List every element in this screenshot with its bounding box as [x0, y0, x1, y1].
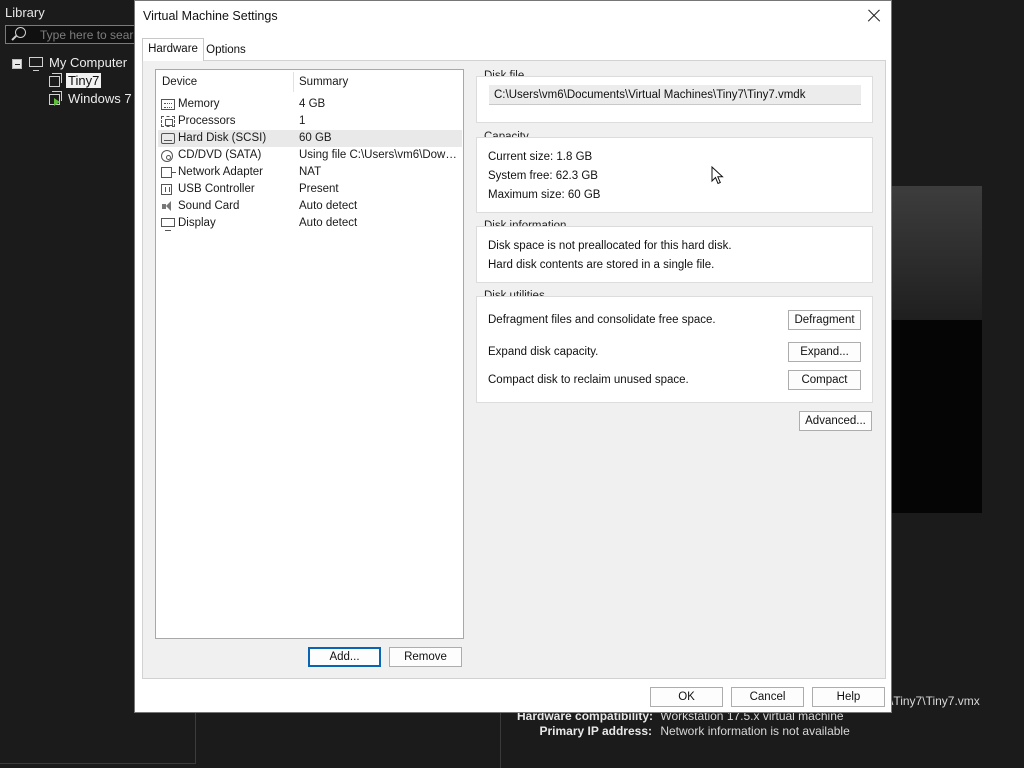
expand-button[interactable]: Expand...: [788, 342, 861, 362]
disk-info-line-2: Hard disk contents are stored in a singl…: [488, 259, 715, 271]
cancel-button[interactable]: Cancel: [731, 687, 804, 707]
disk-utilities-group: Defragment files and consolidate free sp…: [476, 296, 873, 403]
device-row-memory[interactable]: Memory 4 GB: [158, 96, 462, 113]
remove-device-button[interactable]: Remove: [389, 647, 462, 667]
primary-ip-row: Primary IP address: Network information …: [517, 724, 850, 738]
primary-ip-label: Primary IP address:: [539, 724, 652, 738]
running-vm-icon: [49, 91, 62, 106]
config-file-path: \Tiny7\Tiny7.vmx: [890, 694, 980, 708]
close-icon[interactable]: [865, 7, 883, 25]
ok-button[interactable]: OK: [650, 687, 723, 707]
maximum-size-text: Maximum size: 60 GB: [488, 189, 601, 201]
memory-icon: [161, 99, 175, 110]
device-row-processors[interactable]: Processors 1: [158, 113, 462, 130]
sound-card-icon: [161, 201, 175, 212]
search-icon: [15, 27, 26, 38]
current-size-text: Current size: 1.8 GB: [488, 151, 593, 163]
capacity-group: Current size: 1.8 GB System free: 62.3 G…: [476, 137, 873, 213]
tree-item-my-computer[interactable]: My Computer: [49, 55, 127, 70]
compact-description: Compact disk to reclaim unused space.: [488, 374, 689, 386]
disk-file-path-field[interactable]: C:\Users\vm6\Documents\Virtual Machines\…: [489, 85, 861, 105]
compact-button[interactable]: Compact: [788, 370, 861, 390]
hardware-tab-panel: Device Summary Memory 4 GB Processors 1 …: [142, 60, 886, 679]
processor-icon: [161, 116, 175, 127]
device-column-header[interactable]: Device: [162, 76, 197, 88]
system-free-text: System free: 62.3 GB: [488, 170, 598, 182]
device-list-header: Device Summary: [156, 70, 463, 94]
tree-item-tiny7[interactable]: Tiny7: [66, 73, 102, 88]
computer-icon: [29, 57, 43, 71]
device-row-display[interactable]: Display Auto detect: [158, 215, 462, 232]
hard-disk-icon: [161, 133, 175, 144]
device-row-cd-dvd[interactable]: CD/DVD (SATA) Using file C:\Users\vm6\Do…: [158, 147, 462, 164]
cd-dvd-icon: [161, 150, 173, 162]
search-placeholder: Type here to search: [40, 28, 147, 42]
disk-info-line-1: Disk space is not preallocated for this …: [488, 240, 732, 252]
defragment-button[interactable]: Defragment: [788, 310, 861, 330]
expand-description: Expand disk capacity.: [488, 346, 599, 358]
vm-screen-thumbnail[interactable]: [890, 186, 982, 513]
device-row-usb-controller[interactable]: USB Controller Present: [158, 181, 462, 198]
add-device-button[interactable]: Add...: [308, 647, 381, 667]
vm-icon: [49, 73, 62, 87]
display-icon: [161, 218, 175, 231]
device-list[interactable]: Device Summary Memory 4 GB Processors 1 …: [155, 69, 464, 639]
primary-ip-value: Network information is not available: [660, 724, 850, 738]
device-row-sound-card[interactable]: Sound Card Auto detect: [158, 198, 462, 215]
device-row-network-adapter[interactable]: Network Adapter NAT: [158, 164, 462, 181]
mouse-cursor-icon: [711, 166, 724, 185]
help-button[interactable]: Help: [812, 687, 885, 707]
tab-hardware[interactable]: Hardware: [142, 38, 204, 61]
defragment-description: Defragment files and consolidate free sp…: [488, 314, 716, 326]
tree-item-tiny7-label: Tiny7: [66, 73, 102, 88]
usb-controller-icon: [161, 184, 172, 195]
network-adapter-icon: [161, 167, 176, 178]
advanced-button[interactable]: Advanced...: [799, 411, 872, 431]
collapse-icon[interactable]: [12, 59, 22, 69]
tree-item-windows7[interactable]: Windows 7 (: [68, 91, 140, 106]
library-title: Library: [5, 5, 45, 20]
device-row-hard-disk[interactable]: Hard Disk (SCSI) 60 GB: [158, 130, 462, 147]
dialog-title: Virtual Machine Settings: [143, 9, 278, 23]
disk-information-group: Disk space is not preallocated for this …: [476, 226, 873, 283]
disk-file-group: C:\Users\vm6\Documents\Virtual Machines\…: [476, 76, 873, 123]
vm-settings-dialog: Virtual Machine Settings Hardware Option…: [134, 0, 892, 713]
summary-column-header[interactable]: Summary: [299, 76, 348, 88]
